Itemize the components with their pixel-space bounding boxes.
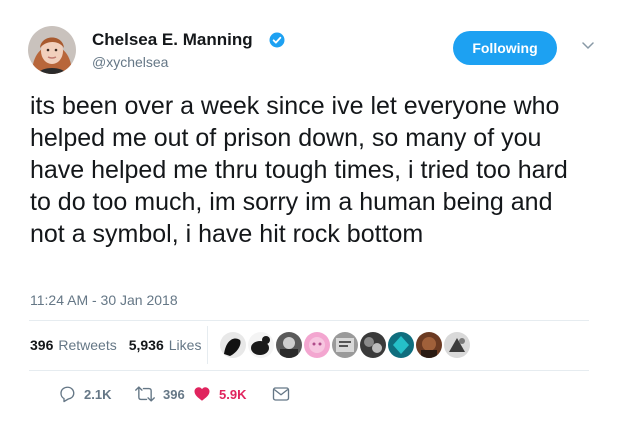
tweet-timestamp[interactable]: 11:24 AM - 30 Jan 2018 (30, 292, 178, 308)
tweet-card: Chelsea E. Manning @xychelsea Following … (0, 0, 617, 426)
envelope-icon (272, 387, 290, 401)
likes-count: 5,936 (128, 337, 164, 353)
liker-avatar[interactable] (387, 331, 415, 359)
chevron-down-icon[interactable] (582, 42, 594, 50)
reply-button[interactable]: 2.1K (58, 383, 111, 405)
tweet-text: its been over a week since ive let every… (30, 92, 568, 248)
divider (29, 320, 589, 321)
like-button[interactable]: 5.9K (193, 383, 246, 405)
liker-avatar[interactable] (415, 331, 443, 359)
following-button[interactable]: Following (453, 31, 557, 65)
verified-badge-icon (269, 32, 285, 48)
liker-avatar[interactable] (443, 331, 471, 359)
reply-count: 2.1K (84, 386, 112, 402)
retweets-label: Retweets (58, 337, 117, 353)
liker-avatar[interactable] (303, 331, 331, 359)
avatar[interactable] (28, 26, 76, 74)
liker-avatar[interactable] (247, 331, 275, 359)
engagement-stats: 396 Retweets 5,936 Likes (30, 334, 213, 356)
divider (29, 370, 589, 371)
like-count: 5.9K (219, 386, 247, 402)
likes-stat[interactable]: 5,936 Likes (129, 337, 202, 353)
display-name[interactable]: Chelsea E. Manning (92, 30, 253, 50)
retweet-count: 396 (163, 386, 185, 402)
retweet-button[interactable]: 396 (135, 383, 185, 405)
divider (207, 326, 208, 364)
retweets-count: 396 (30, 337, 54, 353)
liker-avatar[interactable] (359, 331, 387, 359)
likes-label: Likes (168, 337, 202, 353)
direct-message-button[interactable] (272, 383, 298, 405)
reply-icon (60, 386, 75, 403)
liker-avatar[interactable] (331, 331, 359, 359)
heart-icon (194, 387, 210, 401)
retweet-icon (135, 386, 155, 402)
liker-avatar[interactable] (219, 331, 247, 359)
liker-avatar[interactable] (275, 331, 303, 359)
retweets-stat[interactable]: 396 Retweets (30, 337, 117, 353)
user-handle[interactable]: @xychelsea (92, 54, 168, 70)
